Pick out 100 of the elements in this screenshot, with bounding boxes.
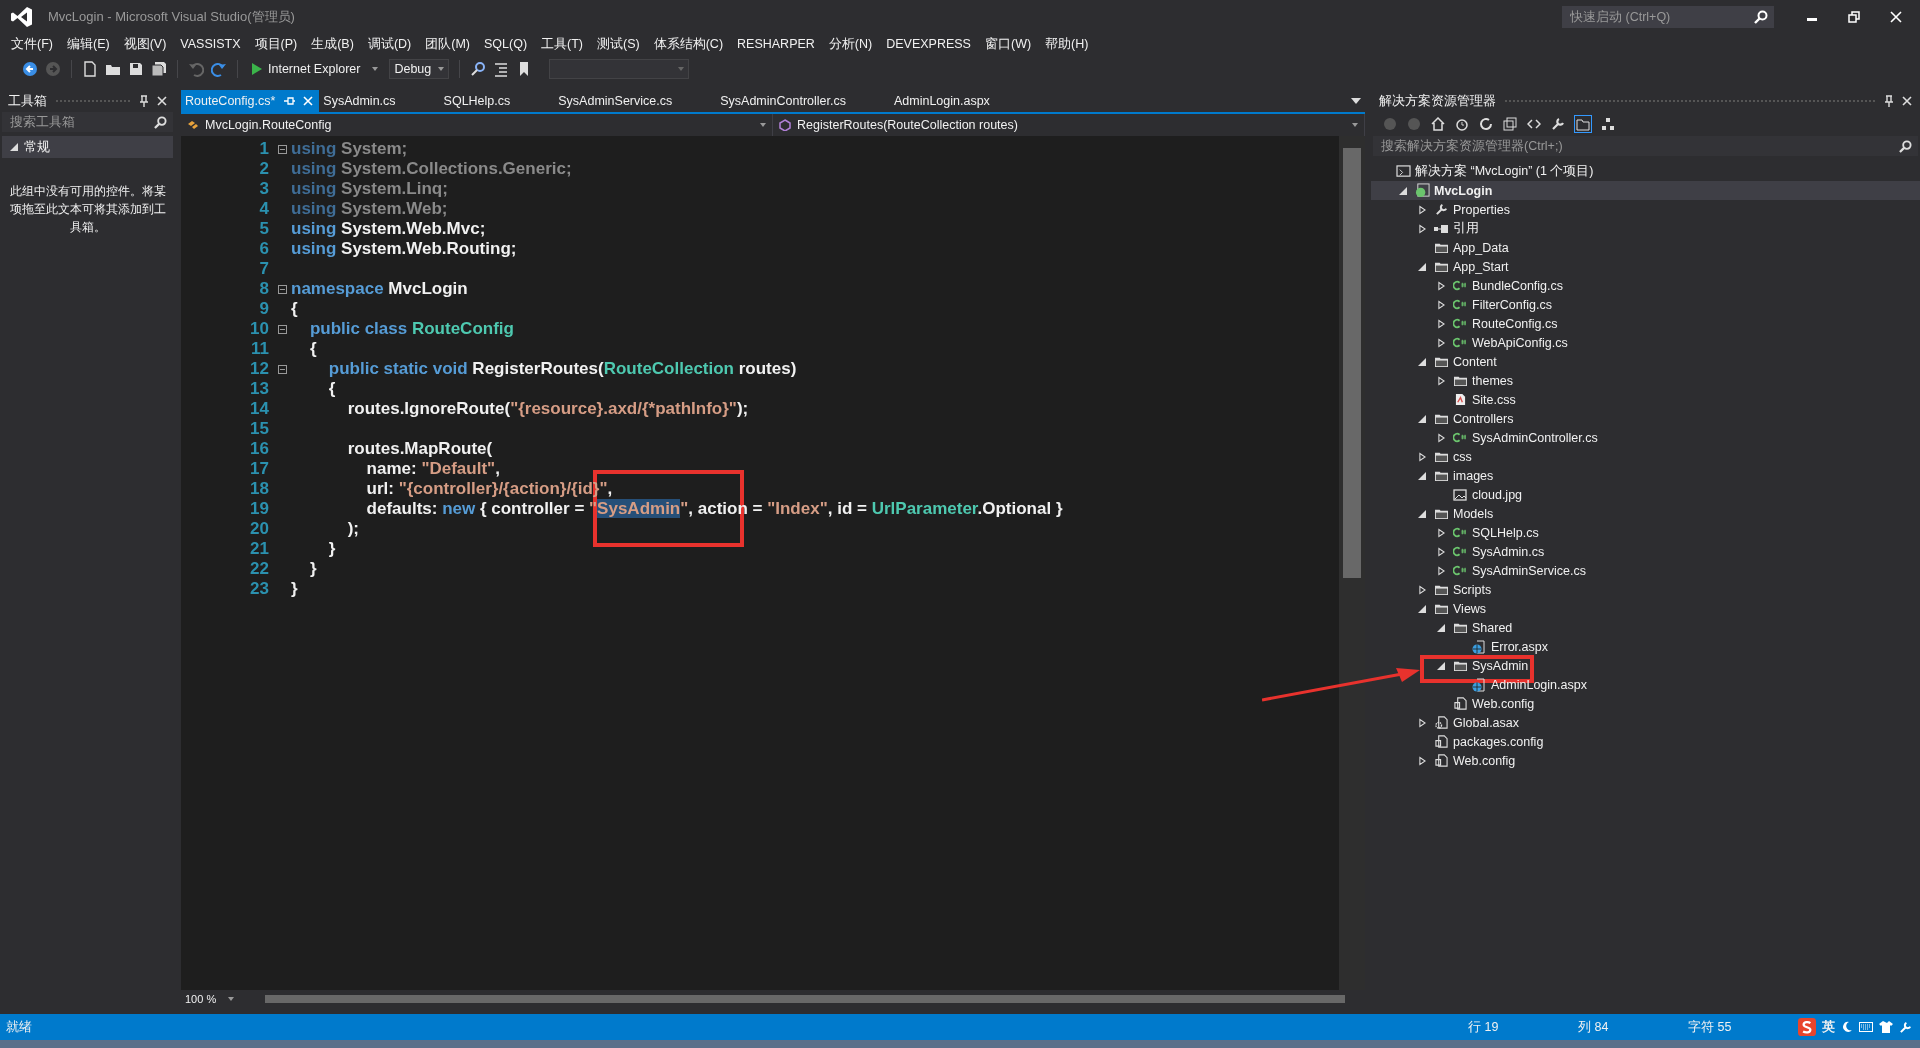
collapsed-arrow-icon[interactable] bbox=[1437, 318, 1445, 329]
menu-item[interactable]: SQL(Q) bbox=[477, 37, 535, 51]
expanded-arrow-icon[interactable] bbox=[1418, 604, 1426, 613]
scrollbar-thumb[interactable] bbox=[265, 995, 1345, 1003]
document-tab[interactable]: SQLHelp.cs bbox=[439, 90, 531, 112]
menu-item[interactable]: 分析(N) bbox=[821, 35, 880, 53]
tree-item[interactable]: themes bbox=[1371, 371, 1920, 390]
menu-item[interactable]: 窗口(W) bbox=[977, 35, 1039, 53]
undo-icon[interactable] bbox=[188, 61, 204, 77]
collapse-icon[interactable] bbox=[277, 324, 287, 334]
tree-item[interactable]: Controllers bbox=[1371, 409, 1920, 428]
tree-item[interactable]: SQLHelp.cs bbox=[1371, 523, 1920, 542]
home-icon[interactable] bbox=[1431, 117, 1445, 131]
wrench-icon[interactable] bbox=[1551, 117, 1565, 131]
quick-launch-field[interactable]: 快速启动 (Ctrl+Q) bbox=[1568, 9, 1754, 25]
history-icon[interactable] bbox=[1455, 117, 1469, 131]
expanded-arrow-icon[interactable] bbox=[1399, 186, 1407, 195]
tree-item[interactable]: App_Start bbox=[1371, 257, 1920, 276]
expanded-arrow-icon[interactable] bbox=[1418, 509, 1426, 518]
expanded-arrow-icon[interactable] bbox=[1418, 357, 1426, 366]
keyboard-icon[interactable] bbox=[1859, 1022, 1873, 1032]
menu-item[interactable]: 编辑(E) bbox=[59, 35, 117, 53]
document-tab[interactable]: SysAdmin.cs bbox=[319, 90, 416, 112]
tree-item[interactable]: Web.config bbox=[1371, 751, 1920, 770]
collapsed-arrow-icon[interactable] bbox=[1437, 280, 1445, 291]
tree-item[interactable]: FilterConfig.cs bbox=[1371, 295, 1920, 314]
tree-item[interactable]: Web.config bbox=[1371, 694, 1920, 713]
menu-item[interactable]: RESHARPER bbox=[730, 37, 822, 51]
tree-item[interactable]: SysAdmin bbox=[1371, 656, 1920, 675]
menu-item[interactable]: 测试(S) bbox=[590, 35, 647, 53]
indent-icon[interactable] bbox=[493, 61, 510, 77]
menu-item[interactable]: 体系结构(C) bbox=[646, 35, 731, 53]
tree-item[interactable]: Models bbox=[1371, 504, 1920, 523]
collapse-icon[interactable] bbox=[277, 284, 287, 294]
expanded-arrow-icon[interactable] bbox=[1418, 262, 1426, 271]
tree-item[interactable]: Scripts bbox=[1371, 580, 1920, 599]
tree-item[interactable]: WebApiConfig.cs bbox=[1371, 333, 1920, 352]
menu-item[interactable]: 帮助(H) bbox=[1038, 35, 1096, 53]
expanded-arrow-icon[interactable] bbox=[1418, 414, 1426, 423]
search-field[interactable]: 搜索工具箱 bbox=[8, 114, 154, 130]
zoom-dropdown[interactable]: 100 % bbox=[181, 993, 245, 1005]
menu-item[interactable]: 团队(M) bbox=[418, 35, 477, 53]
expanded-arrow-icon[interactable] bbox=[1418, 471, 1426, 480]
menu-item[interactable]: 视图(V) bbox=[116, 35, 174, 53]
search-box[interactable]: 搜索解决方案资源管理器(Ctrl+;) bbox=[1373, 136, 1918, 156]
document-tab[interactable]: AdminLogin.aspx bbox=[889, 90, 1010, 112]
tree-item[interactable]: SysAdminService.cs bbox=[1371, 561, 1920, 580]
refresh-icon[interactable] bbox=[1479, 117, 1493, 131]
collapsed-arrow-icon[interactable] bbox=[1418, 204, 1426, 215]
tree-item[interactable]: cloud.jpg bbox=[1371, 485, 1920, 504]
menu-item[interactable]: 调试(D) bbox=[360, 35, 419, 53]
shirt-icon[interactable] bbox=[1879, 1021, 1893, 1033]
tree-item[interactable]: 解决方案 “MvcLogin” (1 个项目) bbox=[1371, 162, 1920, 181]
tree-item[interactable]: images bbox=[1371, 466, 1920, 485]
collapsed-arrow-icon[interactable] bbox=[1418, 584, 1426, 595]
toolbox-group-header[interactable]: 常规 bbox=[2, 136, 173, 158]
menu-item[interactable]: VASSISTX bbox=[173, 37, 248, 51]
tree-item[interactable]: AdminLogin.aspx bbox=[1371, 675, 1920, 694]
quick-launch-box[interactable]: 快速启动 (Ctrl+Q) bbox=[1562, 6, 1774, 28]
expanded-arrow-icon[interactable] bbox=[1437, 661, 1445, 670]
folder-view-icon[interactable] bbox=[1575, 116, 1591, 132]
menu-item[interactable]: 项目(P) bbox=[247, 35, 305, 53]
close-icon[interactable] bbox=[157, 96, 167, 106]
tree-item[interactable]: css bbox=[1371, 447, 1920, 466]
start-debugging-button[interactable]: Internet Explorer bbox=[248, 60, 383, 78]
tree-item[interactable]: Views bbox=[1371, 599, 1920, 618]
scrollbar-thumb[interactable] bbox=[1343, 148, 1361, 578]
tree-item[interactable]: SysAdmin.cs bbox=[1371, 542, 1920, 561]
tree-item[interactable]: Error.aspx bbox=[1371, 637, 1920, 656]
collapsed-arrow-icon[interactable] bbox=[1437, 527, 1445, 538]
document-tab[interactable]: SysAdminController.cs bbox=[716, 90, 866, 112]
tree-item[interactable]: packages.config bbox=[1371, 732, 1920, 751]
tree-item[interactable]: Site.css bbox=[1371, 390, 1920, 409]
menu-item[interactable]: DEVEXPRESS bbox=[879, 37, 978, 51]
collapse-icon[interactable] bbox=[277, 364, 287, 374]
tab-list-icon[interactable] bbox=[1351, 98, 1361, 104]
tree-item[interactable]: Shared bbox=[1371, 618, 1920, 637]
redo-icon[interactable] bbox=[211, 61, 227, 77]
hierarchy-icon[interactable] bbox=[1601, 117, 1615, 131]
tree-item[interactable]: Global.asax bbox=[1371, 713, 1920, 732]
input-language-indicator[interactable]: 英 bbox=[1822, 1018, 1835, 1036]
collapsed-arrow-icon[interactable] bbox=[1437, 565, 1445, 576]
save-all-icon[interactable] bbox=[151, 61, 167, 77]
menu-item[interactable]: 生成(B) bbox=[304, 35, 361, 53]
pin-icon[interactable] bbox=[139, 95, 149, 107]
document-tab[interactable]: SysAdminService.cs bbox=[554, 90, 693, 112]
code-icon[interactable] bbox=[1527, 117, 1541, 131]
moon-icon[interactable] bbox=[1841, 1021, 1853, 1033]
pin-icon[interactable] bbox=[1884, 95, 1894, 107]
new-file-icon[interactable] bbox=[82, 61, 98, 77]
close-icon[interactable] bbox=[1902, 96, 1912, 106]
collapse-icon[interactable] bbox=[277, 144, 287, 154]
tree-item[interactable]: 引用 bbox=[1371, 219, 1920, 238]
tree-item[interactable]: BundleConfig.cs bbox=[1371, 276, 1920, 295]
collapsed-arrow-icon[interactable] bbox=[1418, 451, 1426, 462]
menu-item[interactable]: 文件(F) bbox=[4, 35, 60, 53]
expanded-arrow-icon[interactable] bbox=[1437, 623, 1445, 632]
save-icon[interactable] bbox=[128, 61, 144, 77]
tree-item[interactable]: RouteConfig.cs bbox=[1371, 314, 1920, 333]
collapsed-arrow-icon[interactable] bbox=[1418, 717, 1426, 728]
